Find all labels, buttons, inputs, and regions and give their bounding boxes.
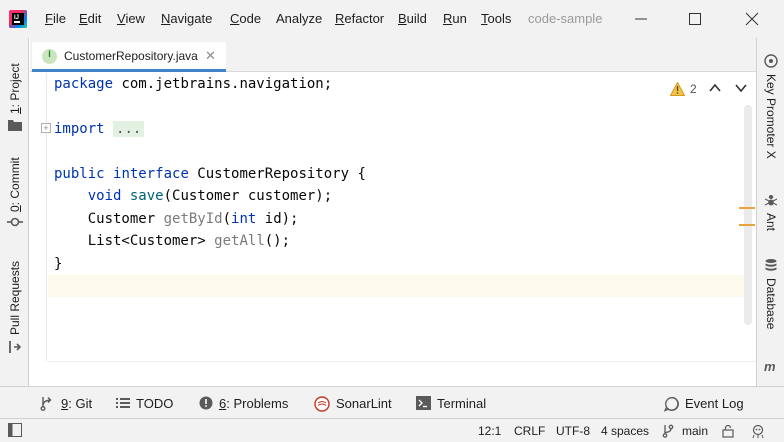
warning-stripe-marker[interactable] [739, 224, 755, 226]
code-line-7: Customer getById(int id); [87, 211, 299, 227]
line-separator[interactable]: CRLF [514, 423, 545, 439]
pull-requests-tool-label: Pull Requests [8, 260, 22, 335]
menu-run[interactable]: Run [443, 11, 467, 27]
event-log-tool-tab[interactable]: Event Log [664, 395, 748, 413]
next-highlight-icon[interactable] [734, 81, 748, 95]
code-line-8: List<Customer> getAll(); [87, 233, 291, 249]
file-encoding[interactable]: UTF-8 [556, 423, 590, 439]
close-tab-icon[interactable]: ✕ [205, 48, 216, 63]
database-label: Database [764, 278, 778, 330]
status-bar: 12:1 CRLF UTF-8 4 spaces main [0, 418, 784, 442]
problems-icon [199, 396, 213, 410]
editor-gutter [30, 73, 47, 361]
current-line-highlight [48, 275, 745, 297]
maven-icon[interactable]: m [764, 360, 778, 372]
folded-imports[interactable]: ... [113, 121, 145, 137]
terminal-icon [416, 396, 431, 410]
ant-label: Ant [764, 213, 778, 232]
terminal-tool-tab[interactable]: Terminal [416, 395, 492, 413]
key-promoter-tool-tab[interactable]: Key Promoter X [757, 50, 784, 178]
ant-icon [764, 195, 778, 206]
key-promoter-label: Key Promoter X [764, 74, 778, 159]
sonarlint-tool-tab[interactable]: SonarLint [314, 395, 396, 413]
menu-refactor[interactable]: Refactor [335, 11, 384, 27]
tool-window-toggle-icon[interactable] [8, 423, 22, 437]
close-window-icon[interactable] [741, 8, 763, 30]
ant-tool-tab[interactable]: Ant [757, 191, 784, 239]
inspection-profile-icon[interactable] [750, 423, 766, 439]
right-tool-strip: Key Promoter X Ant Database m [756, 38, 784, 386]
vcs-branch[interactable]: main [682, 423, 708, 439]
menu-build[interactable]: Build [398, 11, 427, 27]
menu-analyze[interactable]: Analyze [276, 11, 322, 27]
warning-stripe-marker[interactable] [739, 207, 755, 209]
menu-navigate[interactable]: Navigate [161, 11, 212, 27]
code-editor[interactable]: + package com.jetbrains.navigation; impo… [30, 73, 756, 386]
indent-setting[interactable]: 4 spaces [601, 423, 649, 439]
todo-tool-tab[interactable]: TODO [116, 395, 176, 413]
code-line-3: import ... [54, 118, 145, 140]
problems-tool-tab[interactable]: 6: Problems [199, 395, 294, 413]
git-branch-icon [40, 397, 52, 411]
editor-tab-bar: I CustomerRepository.java ✕ [30, 38, 756, 72]
database-icon [765, 259, 777, 271]
bottom-tool-bar: 9: Git TODO 6: Problems SonarLint Termin… [0, 386, 784, 418]
project-tool-tab[interactable]: 1: Project [0, 48, 29, 131]
editor-tab-label: CustomerRepository.java [64, 49, 198, 63]
menu-tools[interactable]: Tools [481, 11, 511, 27]
svg-text:m: m [764, 360, 776, 372]
todo-list-icon [116, 398, 130, 408]
vertical-scrollbar[interactable] [744, 105, 752, 325]
vcs-branch-icon [662, 424, 674, 438]
sonarlint-icon [314, 396, 330, 412]
menu-bar: IJ File Edit View Navigate Code Analyze … [0, 0, 784, 38]
git-tool-tab[interactable]: 9: Git [40, 395, 100, 413]
commit-icon [7, 217, 23, 227]
event-log-icon [664, 396, 679, 412]
code-line-5: public interface CustomerRepository { [54, 166, 366, 182]
intellij-logo-icon: IJ [9, 10, 27, 28]
menu-file[interactable]: File [45, 11, 66, 27]
interface-file-icon-letter: I [48, 49, 51, 59]
warning-icon [670, 82, 685, 96]
commit-tool-label: 0: Commit [8, 157, 22, 212]
menu-code[interactable]: Code [230, 11, 261, 27]
fold-expand-icon[interactable]: + [41, 123, 51, 133]
key-promoter-icon [764, 54, 778, 68]
warning-count: 2 [690, 82, 697, 96]
maximize-icon[interactable] [684, 8, 706, 30]
code-line-9: } [54, 256, 63, 272]
folder-icon [8, 120, 22, 131]
left-tool-strip: 1: Project 0: Commit Pull Requests [0, 38, 29, 386]
database-tool-tab[interactable]: Database [757, 256, 784, 336]
window-title: code-sample [528, 11, 603, 26]
menu-edit[interactable]: Edit [79, 11, 101, 27]
commit-tool-tab[interactable]: 0: Commit [0, 148, 29, 234]
caret-position[interactable]: 12:1 [478, 423, 501, 439]
code-line-1: package com.jetbrains.navigation; [54, 76, 333, 92]
project-tool-label: 1: Project [8, 63, 22, 114]
pull-request-icon [9, 341, 22, 353]
code-line-6: void save(Customer customer); [87, 188, 333, 204]
pull-requests-tool-tab[interactable]: Pull Requests [0, 253, 29, 361]
horizontal-scroll-area [48, 361, 756, 386]
menu-view[interactable]: View [117, 11, 145, 27]
previous-highlight-icon[interactable] [708, 81, 722, 95]
readonly-lock-icon[interactable] [721, 424, 735, 438]
editor-tab-customer-repository[interactable]: I CustomerRepository.java ✕ [32, 42, 226, 72]
minimize-icon[interactable] [630, 8, 652, 30]
